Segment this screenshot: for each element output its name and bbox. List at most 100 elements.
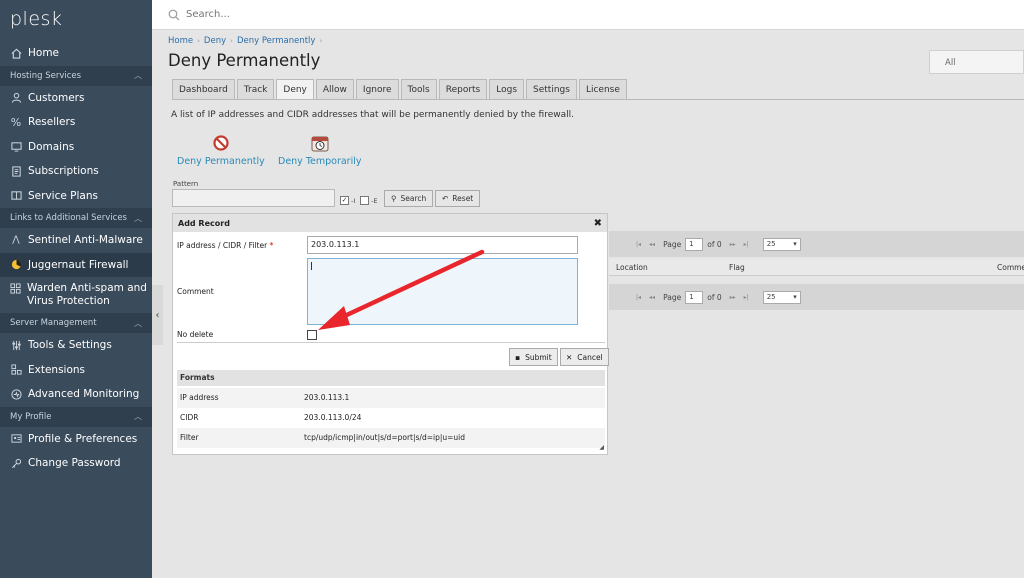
search-button[interactable]: ⚲ Search — [384, 190, 434, 207]
breadcrumb-deny-permanently[interactable]: Deny Permanently — [237, 36, 316, 46]
no-delete-checkbox[interactable] — [307, 330, 317, 340]
sidebar-item-advanced-monitoring[interactable]: Advanced Monitoring — [0, 382, 152, 407]
sidebar-item-customers[interactable]: Customers — [0, 86, 152, 111]
top-search-bar — [152, 0, 1024, 30]
tab-track[interactable]: Track — [236, 79, 275, 99]
search-input[interactable] — [186, 9, 486, 20]
sidebar-section-links[interactable]: Links to Additional Services ︿ — [0, 208, 152, 228]
chevron-up-icon: ︿ — [134, 318, 142, 328]
last-page-icon: ▸| — [743, 293, 749, 301]
tab-reports[interactable]: Reports — [438, 79, 488, 99]
monitoring-icon — [10, 388, 22, 400]
page-input[interactable]: 1 — [685, 290, 704, 304]
tab-logs[interactable]: Logs — [489, 79, 525, 99]
deny-icon — [211, 134, 231, 152]
case-insensitive-label: -I — [351, 197, 356, 205]
breadcrumb-home[interactable]: Home — [168, 36, 193, 46]
first-page-icon: |◂ — [636, 240, 642, 248]
filter-select[interactable]: All — [929, 50, 1024, 74]
sidebar-item-warden[interactable]: Warden Anti-spam and Virus Protection — [0, 277, 152, 313]
sidebar-item-extensions[interactable]: Extensions — [0, 358, 152, 383]
next-page-icon: ▸▸ — [729, 293, 736, 301]
formats-header: Formats — [177, 370, 605, 386]
page-description: A list of IP addresses and CIDR addresse… — [171, 110, 574, 120]
chevron-up-icon: ︿ — [134, 412, 142, 421]
sidebar-item-subscriptions[interactable]: Subscriptions — [0, 159, 152, 184]
first-page-icon: |◂ — [636, 293, 642, 301]
sidebar-item-sentinel[interactable]: ⋀ Sentinel Anti-Malware — [0, 228, 152, 253]
user-icon — [10, 92, 22, 104]
cancel-button[interactable]: ✕ Cancel — [560, 348, 609, 366]
dialog-header: Add Record ✖ — [173, 214, 607, 232]
prev-page-icon: ◂◂ — [649, 240, 656, 248]
tab-dashboard[interactable]: Dashboard — [172, 79, 235, 99]
deny-permanently-label: Deny Permanently — [177, 156, 265, 167]
tab-ignore[interactable]: Ignore — [355, 79, 399, 99]
tab-license[interactable]: License — [578, 79, 627, 99]
sentinel-icon: ⋀ — [12, 235, 20, 246]
sidebar-item-profile[interactable]: Profile & Preferences — [0, 427, 152, 452]
sidebar-item-home[interactable]: Home — [0, 41, 152, 66]
sliders-icon — [10, 339, 22, 351]
sidebar-collapse-handle[interactable]: ‹ — [152, 285, 163, 345]
tab-allow[interactable]: Allow — [315, 79, 354, 99]
sidebar-item-domains[interactable]: Domains — [0, 135, 152, 160]
dialog-title: Add Record — [178, 218, 230, 228]
chevron-left-icon: ‹ — [155, 309, 160, 321]
comment-textarea[interactable] — [307, 258, 578, 325]
juggernaut-icon — [10, 259, 22, 271]
sidebar-item-change-password[interactable]: Change Password — [0, 451, 152, 476]
pager-bottom: |◂ ◂◂ Page 1 of 0 ▸▸ ▸| 25 ▾ — [609, 284, 1024, 310]
per-page-select[interactable]: 25 ▾ — [762, 237, 801, 251]
home-icon — [10, 47, 22, 59]
regex-checkbox[interactable] — [360, 196, 369, 205]
text-cursor — [311, 262, 312, 270]
main-content: Home › Deny › Deny Permanently › Deny Perma… — [163, 30, 1024, 578]
extensions-icon — [10, 364, 22, 376]
sidebar-section-server[interactable]: Server Management ︿ — [0, 313, 152, 333]
search-icon — [168, 9, 180, 21]
per-page-select[interactable]: 25 ▾ — [762, 290, 801, 304]
format-row: IP address 203.0.113.1 — [177, 388, 605, 408]
deny-temporarily-action[interactable]: Deny Temporarily — [278, 134, 362, 167]
close-icon[interactable]: ✖ — [594, 218, 602, 229]
pattern-label: Pattern — [173, 180, 199, 188]
add-record-dialog: Add Record ✖ IP address / CIDR / Filter … — [172, 213, 609, 455]
column-flag: Flag — [729, 263, 745, 272]
tab-tools[interactable]: Tools — [400, 79, 437, 99]
grid-header: Location Flag Comme — [609, 259, 1024, 276]
next-page-icon: ▸▸ — [729, 240, 736, 248]
save-icon: ▪ — [515, 352, 521, 362]
sidebar-item-juggernaut[interactable]: Juggernaut Firewall — [0, 252, 152, 277]
pager-top: |◂ ◂◂ Page 1 of 0 ▸▸ ▸| 25 ▾ — [609, 231, 1024, 257]
pattern-input[interactable] — [172, 189, 335, 207]
tab-deny[interactable]: Deny — [276, 79, 314, 99]
ip-field-label: IP address / CIDR / Filter * — [177, 241, 274, 250]
search-icon: ⚲ — [391, 194, 397, 203]
column-comment: Comme — [997, 263, 1024, 272]
sidebar-item-label: Home — [28, 47, 60, 60]
sidebar-item-resellers[interactable]: % Resellers — [0, 110, 152, 135]
breadcrumb-deny[interactable]: Deny — [204, 36, 226, 46]
sidebar-item-service-plans[interactable]: Service Plans — [0, 184, 152, 209]
resize-handle-icon[interactable]: ◢ — [599, 444, 604, 451]
sidebar-item-tools-settings[interactable]: Tools & Settings — [0, 333, 152, 358]
format-row: Filter tcp/udp/icmp|in/out|s/d=port|s/d=i… — [177, 428, 605, 448]
profile-icon — [10, 433, 22, 445]
no-delete-label: No delete — [177, 330, 214, 339]
last-page-icon: ▸| — [743, 240, 749, 248]
chevron-right-icon: › — [230, 37, 233, 45]
sidebar-section-profile[interactable]: My Profile ︿ — [0, 406, 152, 427]
chevron-up-icon: ︿ — [134, 71, 142, 80]
ip-address-input[interactable]: 203.0.113.1 — [307, 236, 578, 254]
case-insensitive-checkbox[interactable]: ✓ — [340, 196, 349, 205]
grid-icon — [10, 282, 21, 294]
tab-settings[interactable]: Settings — [526, 79, 577, 99]
sidebar-section-hosting[interactable]: Hosting Services ︿ — [0, 65, 152, 86]
submit-button[interactable]: ▪ Submit — [509, 348, 558, 366]
page-input[interactable]: 1 — [685, 237, 704, 251]
deny-permanently-action[interactable]: Deny Permanently — [177, 134, 265, 167]
plesk-logo[interactable]: plesk — [0, 0, 152, 40]
reset-button[interactable]: ↶ Reset — [435, 190, 481, 207]
prev-page-icon: ◂◂ — [649, 293, 656, 301]
